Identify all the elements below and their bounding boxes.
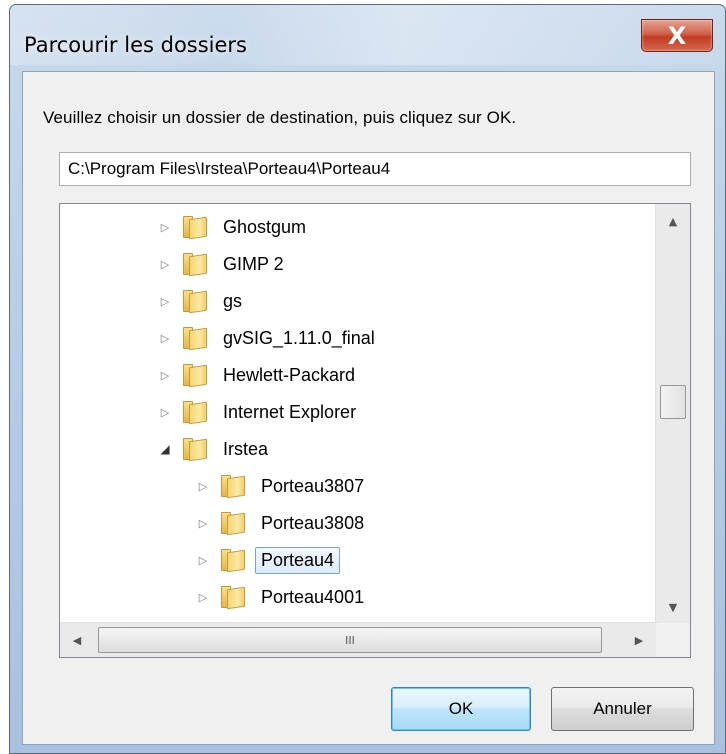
scrollbar-corner: [656, 623, 690, 657]
tree-item[interactable]: ◢ Irstea: [158, 433, 274, 465]
folder-icon: [183, 438, 207, 462]
horizontal-scrollbar[interactable]: ◀ III ▶: [60, 622, 658, 657]
expand-arrow-icon[interactable]: ▷: [196, 553, 210, 567]
horizontal-scroll-thumb[interactable]: III: [98, 627, 602, 653]
folder-icon: [183, 290, 207, 314]
expand-arrow-icon[interactable]: ▷: [158, 220, 172, 234]
close-button[interactable]: X: [641, 19, 713, 52]
tree-item-label: Irstea: [223, 438, 269, 459]
tree-item[interactable]: ▷ Hewlett-Packard: [158, 359, 361, 391]
expand-arrow-icon[interactable]: ▷: [158, 331, 172, 345]
expand-arrow-icon[interactable]: ▷: [158, 368, 172, 382]
instruction-text: Veuillez choisir un dossier de destinati…: [43, 108, 517, 127]
vertical-scrollbar[interactable]: ▲ ▼: [655, 204, 690, 624]
folder-icon: [183, 401, 207, 425]
tree-item[interactable]: ▷ GIMP 2: [158, 248, 290, 280]
tree-item[interactable]: ▷ Porteau3807: [196, 470, 370, 502]
folder-icon: [221, 549, 245, 573]
tree-item[interactable]: ▷ Internet Explorer: [158, 396, 362, 428]
dialog-title: Parcourir les dossiers: [24, 33, 248, 57]
expand-arrow-icon[interactable]: ▷: [196, 479, 210, 493]
tree-item[interactable]: ▷ Porteau4001: [196, 581, 370, 613]
tree-item-label: Hewlett-Packard: [223, 364, 356, 385]
dialog-content: Veuillez choisir un dossier de destinati…: [22, 71, 715, 745]
grip-icon: III: [345, 633, 355, 647]
close-icon: X: [667, 21, 687, 50]
tree-item[interactable]: ▷ Ghostgum: [158, 211, 312, 243]
folder-icon: [183, 364, 207, 388]
tree-item-label: Porteau4001: [261, 586, 365, 607]
ok-button[interactable]: OK: [391, 687, 531, 731]
folder-path-field[interactable]: C:\Program Files\Irstea\Porteau4\Porteau…: [59, 152, 691, 186]
folder-icon: [221, 586, 245, 610]
tree-item[interactable]: ▷ Porteau3808: [196, 507, 370, 539]
expand-arrow-icon[interactable]: ▷: [196, 590, 210, 604]
tree-item-label: gs: [223, 290, 243, 311]
tree-item-label: Porteau3807: [261, 475, 365, 496]
tree-item-label: Porteau3808: [261, 512, 365, 533]
scroll-up-icon[interactable]: ▲: [656, 204, 690, 238]
expand-arrow-icon[interactable]: ▷: [158, 257, 172, 271]
collapse-arrow-icon[interactable]: ◢: [158, 442, 172, 456]
title-bar[interactable]: Parcourir les dossiers X: [10, 5, 725, 65]
browse-folder-dialog: Parcourir les dossiers X Veuillez choisi…: [9, 4, 726, 754]
expand-arrow-icon[interactable]: ▷: [158, 294, 172, 308]
tree-item[interactable]: ▷ Porteau4: [196, 544, 341, 576]
cancel-button[interactable]: Annuler: [551, 687, 694, 731]
folder-tree[interactable]: ▷ Ghostgum ▷ GIMP 2 ▷ gs ▷ gvSIG_1.11.0_final ▷ H…: [59, 203, 691, 658]
tree-item[interactable]: ▷ gs: [158, 285, 248, 317]
tree-item-label: GIMP 2: [223, 253, 284, 274]
scroll-right-icon[interactable]: ▶: [622, 623, 656, 657]
expand-arrow-icon[interactable]: ▷: [196, 516, 210, 530]
tree-item-label: Internet Explorer: [223, 401, 357, 422]
tree-item-label: Ghostgum: [223, 216, 307, 237]
expand-arrow-icon[interactable]: ▷: [158, 405, 172, 419]
folder-icon: [221, 475, 245, 499]
scroll-left-icon[interactable]: ◀: [60, 623, 94, 657]
folder-icon: [183, 253, 207, 277]
scroll-down-icon[interactable]: ▼: [656, 590, 690, 624]
tree-item-label: Porteau4: [255, 546, 341, 574]
tree-item[interactable]: ▷ gvSIG_1.11.0_final: [158, 322, 381, 354]
folder-icon: [183, 216, 207, 240]
tree-item-label: gvSIG_1.11.0_final: [223, 327, 375, 348]
folder-icon: [183, 327, 207, 351]
folder-icon: [221, 512, 245, 536]
vertical-scroll-thumb[interactable]: [660, 385, 686, 419]
